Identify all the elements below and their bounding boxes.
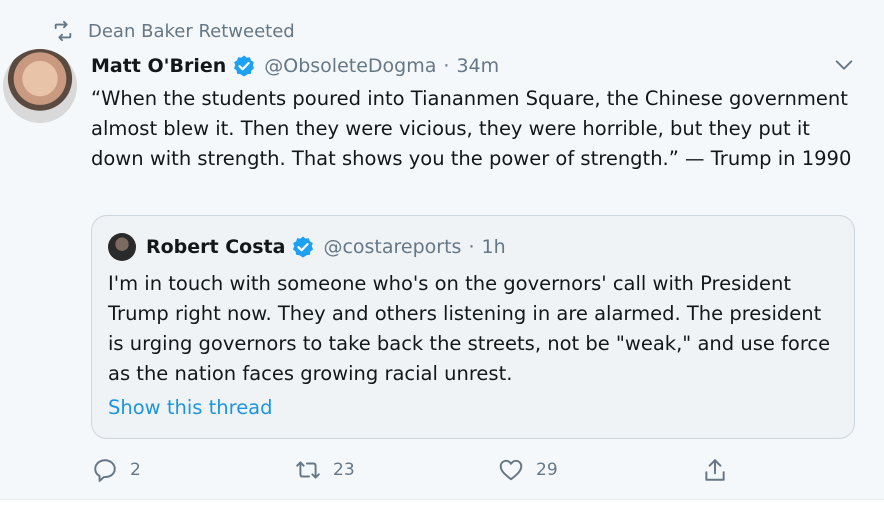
verified-badge-icon <box>232 54 256 78</box>
retweet-action[interactable]: 23 <box>295 455 355 485</box>
verified-badge-icon <box>291 235 315 259</box>
retweet-icon[interactable] <box>295 457 321 483</box>
author-handle[interactable]: @ObsoleteDogma <box>264 55 436 77</box>
quoted-author-name: Robert Costa <box>146 236 286 258</box>
retweet-icon <box>52 20 74 42</box>
like-action[interactable]: 29 <box>498 455 558 485</box>
retweet-count: 23 <box>333 460 355 480</box>
quoted-avatar <box>108 233 136 261</box>
tweet-timestamp[interactable]: 34m <box>456 55 499 77</box>
chevron-down-icon[interactable] <box>833 54 855 76</box>
author-name[interactable]: Matt O'Brien <box>91 55 226 77</box>
quoted-tweet[interactable]: Robert Costa @costareports · 1h I'm in t… <box>91 215 855 439</box>
retweet-context[interactable]: Dean Baker Retweeted <box>52 18 295 44</box>
like-count: 29 <box>536 460 558 480</box>
quoted-timestamp: 1h <box>481 236 506 258</box>
share-icon[interactable] <box>702 457 728 483</box>
quoted-tweet-header: Robert Costa @costareports · 1h <box>108 232 506 262</box>
quoted-author-handle: @costareports <box>323 236 462 258</box>
reply-count: 2 <box>130 460 141 480</box>
show-thread-link[interactable]: Show this thread <box>108 396 273 419</box>
heart-icon[interactable] <box>498 457 524 483</box>
separator-dot: · <box>468 236 475 258</box>
tweet-card[interactable]: Dean Baker Retweeted Matt O'Brien @Obsol… <box>0 0 884 500</box>
tweet-header: Matt O'Brien @ObsoleteDogma · 34m <box>91 52 499 80</box>
reply-icon[interactable] <box>92 457 118 483</box>
next-item-area <box>0 500 884 522</box>
separator-dot: · <box>443 55 450 77</box>
reply-action[interactable]: 2 <box>92 455 141 485</box>
retweet-label[interactable]: Dean Baker Retweeted <box>88 21 295 42</box>
avatar[interactable] <box>3 49 77 123</box>
tweet-text: “When the students poured into Tiananmen… <box>91 87 852 170</box>
share-action[interactable] <box>702 455 728 485</box>
quoted-tweet-text: I'm in touch with someone who's on the g… <box>108 272 831 385</box>
